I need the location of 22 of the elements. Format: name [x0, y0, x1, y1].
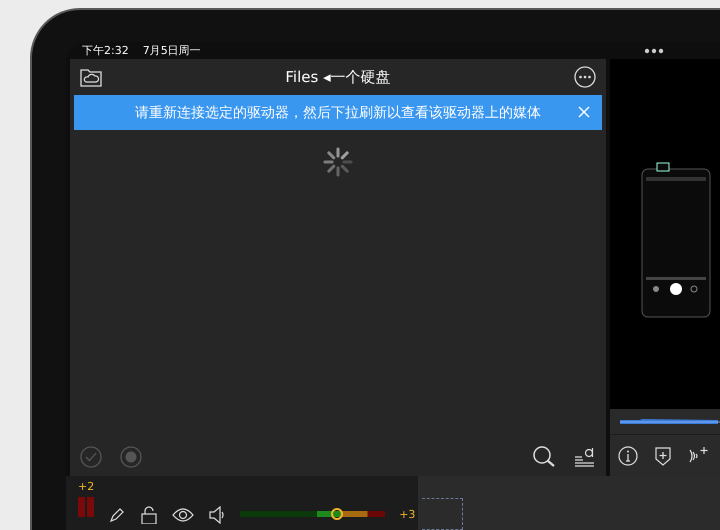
- shield-plus-icon[interactable]: [654, 446, 672, 466]
- cloud-folder-icon[interactable]: [80, 67, 102, 87]
- close-icon[interactable]: [578, 106, 590, 118]
- text-lines-icon[interactable]: [574, 445, 596, 469]
- gain-label: +2: [78, 480, 94, 493]
- unlock-icon[interactable]: [140, 506, 158, 524]
- search-icon[interactable]: [532, 445, 556, 469]
- level-meter-icon: [78, 497, 94, 517]
- banner-message: 请重新连接选定的驱动器，然后下拉刷新以查看该驱动器上的媒体: [135, 104, 541, 122]
- more-dots-icon[interactable]: [644, 48, 664, 54]
- pen-icon[interactable]: [108, 506, 126, 524]
- speaker-icon[interactable]: [208, 506, 226, 524]
- more-icon[interactable]: [574, 66, 596, 88]
- dashed-frame: [422, 498, 463, 530]
- eye-icon[interactable]: [172, 506, 194, 524]
- slider-thumb[interactable]: [330, 508, 343, 520]
- panel-title: Files ◂一个硬盘: [285, 68, 391, 86]
- max-gain-label: +3: [399, 508, 416, 521]
- info-icon[interactable]: [618, 446, 638, 466]
- status-date: 7月5日周一: [142, 43, 201, 58]
- waveform-icon: [620, 418, 720, 426]
- status-time: 下午2:32: [82, 43, 129, 58]
